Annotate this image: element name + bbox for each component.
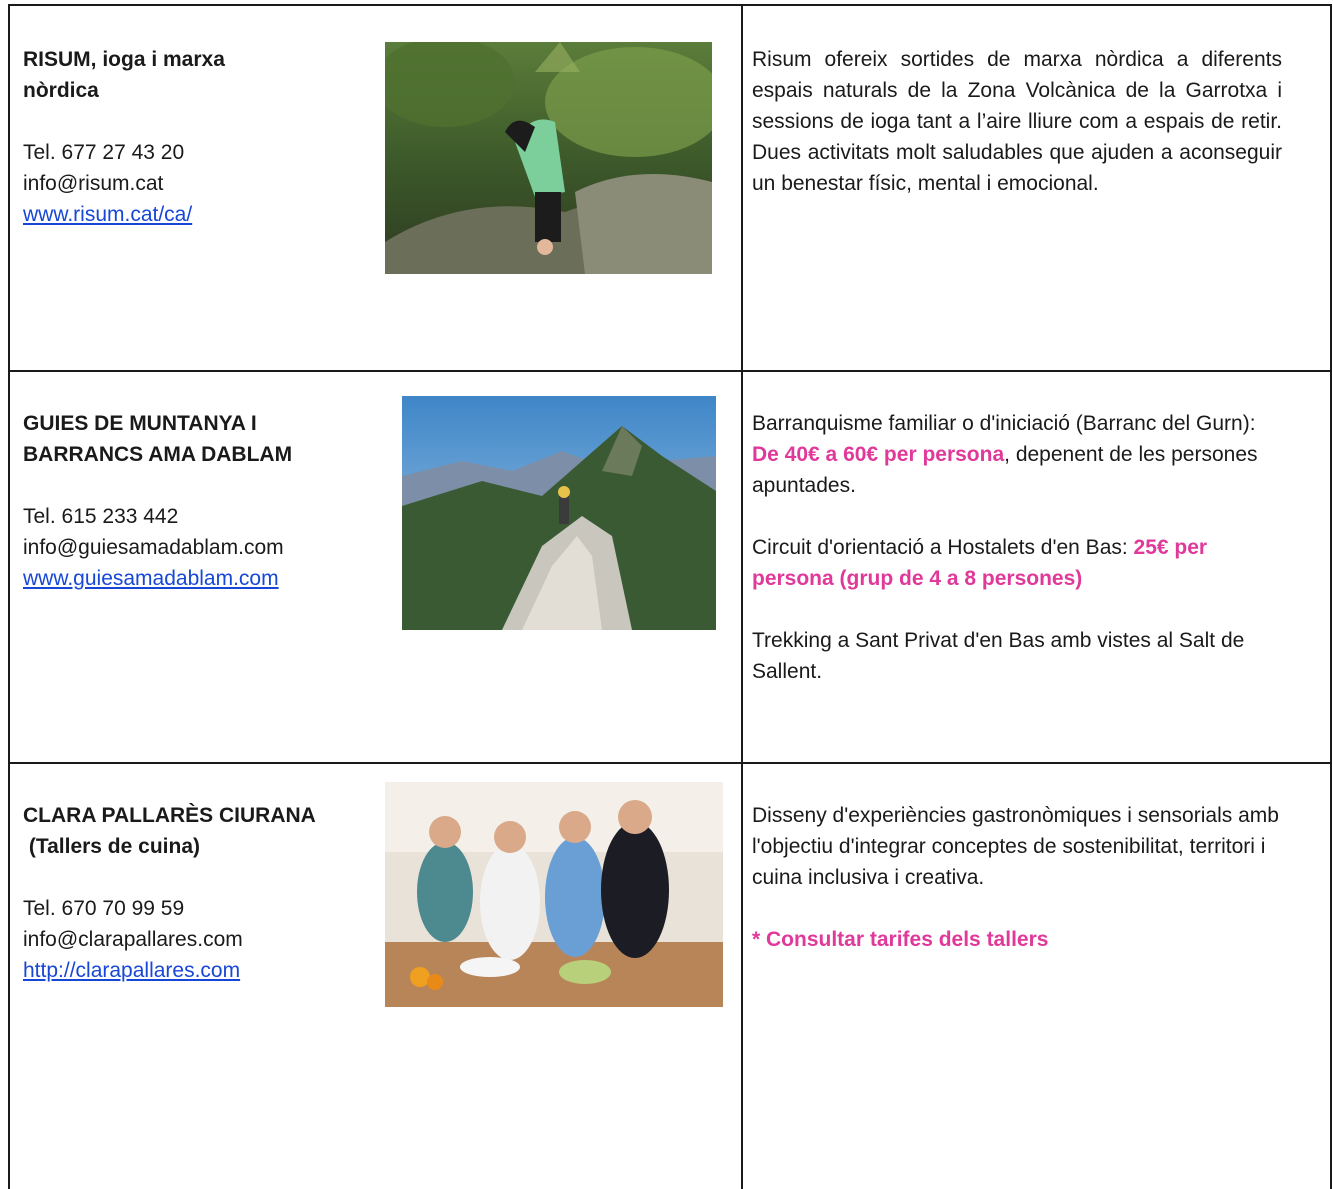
clara-contact-cell: CLARA PALLARÈS CIURANA (Tallers de cuina… [23, 800, 363, 986]
clara-phone: Tel. 670 70 99 59 [23, 897, 185, 920]
risum-name-line-1: RISUM, ioga i marxa [23, 48, 225, 71]
amadablam-phone: Tel. 615 233 442 [23, 505, 179, 528]
risum-website-link[interactable]: www.risum.cat/ca/ [23, 203, 192, 226]
amadablam-name-line-1: GUIES DE MUNTANYA I [23, 412, 257, 435]
row-divider-1 [8, 370, 1332, 372]
clara-email: info@clarapallares.com [23, 928, 243, 951]
clara-description-cell: Disseny d'experiències gastronòmiques i … [752, 800, 1282, 955]
canyoning-price: De 40€ a 60€ per persona [752, 443, 1005, 466]
amadablam-canyoning: Barranquisme familiar o d'iniciació (Bar… [752, 408, 1282, 501]
amadablam-orienteering: Circuit d'orientació a Hostalets d'en Ba… [752, 532, 1282, 594]
clara-name-line-1: CLARA PALLARÈS CIURANA [23, 804, 316, 827]
table-border-right [1330, 4, 1332, 1189]
risum-contact-cell: RISUM, ioga i marxa nòrdica Tel. 677 27 … [23, 44, 363, 230]
clara-name-line-2: (Tallers de cuina) [23, 835, 200, 858]
amadablam-website-link[interactable]: www.guiesamadablam.com [23, 567, 279, 590]
cooking-photo [385, 782, 723, 1007]
risum-description: Risum ofereix sortides de marxa nòrdica … [752, 48, 1282, 195]
risum-phone: Tel. 677 27 43 20 [23, 141, 185, 164]
risum-description-cell: Risum ofereix sortides de marxa nòrdica … [752, 44, 1282, 199]
clara-name: CLARA PALLARÈS CIURANA (Tallers de cuina… [23, 800, 363, 862]
clara-website-link[interactable]: http://clarapallares.com [23, 959, 240, 982]
clara-pricing-note: * Consultar tarifes dels tallers [752, 928, 1049, 951]
row-divider-2 [8, 762, 1332, 764]
table-border-top [8, 4, 1332, 6]
orienteering-text: Circuit d'orientació a Hostalets d'en Ba… [752, 536, 1134, 559]
clara-description: Disseny d'experiències gastronòmiques i … [752, 804, 1279, 889]
amadablam-email: info@guiesamadablam.com [23, 536, 284, 559]
table-border-left [8, 4, 10, 1189]
column-divider [741, 4, 743, 1189]
amadablam-name: GUIES DE MUNTANYA I BARRANCS AMA DABLAM [23, 408, 363, 470]
amadablam-trekking: Trekking a Sant Privat d'en Bas amb vist… [752, 629, 1245, 683]
amadablam-contact-cell: GUIES DE MUNTANYA I BARRANCS AMA DABLAM … [23, 408, 363, 594]
risum-name-line-2: nòrdica [23, 79, 99, 102]
canyoning-text: Barranquisme familiar o d'iniciació (Bar… [752, 412, 1256, 435]
mountain-photo [402, 396, 716, 630]
risum-name: RISUM, ioga i marxa nòrdica [23, 44, 363, 106]
risum-email: info@risum.cat [23, 172, 164, 195]
yoga-photo [385, 42, 712, 274]
amadablam-description-cell: Barranquisme familiar o d'iniciació (Bar… [752, 408, 1282, 687]
amadablam-name-line-2: BARRANCS AMA DABLAM [23, 443, 293, 466]
